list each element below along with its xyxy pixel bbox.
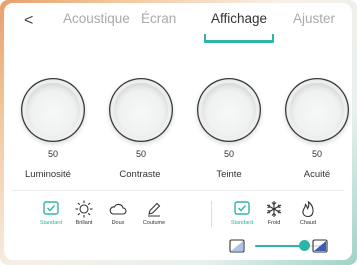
luminosite-label: Luminosité (25, 169, 71, 180)
tab-acoustique[interactable]: Acoustique (63, 11, 130, 33)
acuite-label: Acuité (303, 169, 331, 180)
active-tab-indicator (204, 34, 274, 43)
tab-ajuster[interactable]: Ajuster (293, 11, 335, 33)
teinte-knob[interactable] (197, 78, 261, 142)
acuite-knob[interactable] (285, 78, 349, 142)
sun-icon (74, 200, 94, 218)
check-square-icon (232, 200, 252, 218)
tab-affichage[interactable]: Affichage (211, 11, 267, 33)
flame-icon (298, 200, 318, 218)
cloud-icon (108, 200, 128, 218)
slider-thumb[interactable] (298, 240, 310, 251)
teinte-value: 50 (223, 149, 234, 159)
acuite-value: 50 (311, 149, 322, 159)
display-settings-panel: < Acoustique Écran Affichage Ajuster 50 … (4, 3, 352, 260)
slider-fill (255, 245, 304, 247)
check-square-icon (41, 200, 61, 218)
mode-divider (211, 201, 212, 227)
picture-mode-label: Doux (111, 220, 125, 226)
picture-mode-label: Coutume (142, 220, 166, 226)
snowflake-icon (264, 200, 284, 218)
back-icon[interactable]: < (24, 11, 38, 31)
contraste-label: Contraste (119, 169, 161, 180)
divider (12, 190, 344, 191)
luminosite-value: 50 (47, 149, 58, 159)
app-frame: < Acoustique Écran Affichage Ajuster 50 … (0, 0, 357, 265)
teinte-label: Teinte (216, 169, 242, 180)
picture-mode-coutume[interactable]: Coutume (134, 200, 174, 234)
color-temp-label: Chaud (299, 220, 317, 226)
picture-mode-doux[interactable]: Doux (98, 200, 138, 234)
low-blue-light-icon[interactable] (229, 239, 245, 253)
high-blue-light-icon[interactable] (312, 239, 328, 253)
luminosite-knob[interactable] (21, 78, 85, 142)
contraste-knob[interactable] (109, 78, 173, 142)
tab-ecran[interactable]: Écran (141, 11, 176, 33)
pencil-icon (144, 200, 164, 218)
contraste-value: 50 (135, 149, 146, 159)
color-temp-chaud[interactable]: Chaud (288, 200, 328, 234)
